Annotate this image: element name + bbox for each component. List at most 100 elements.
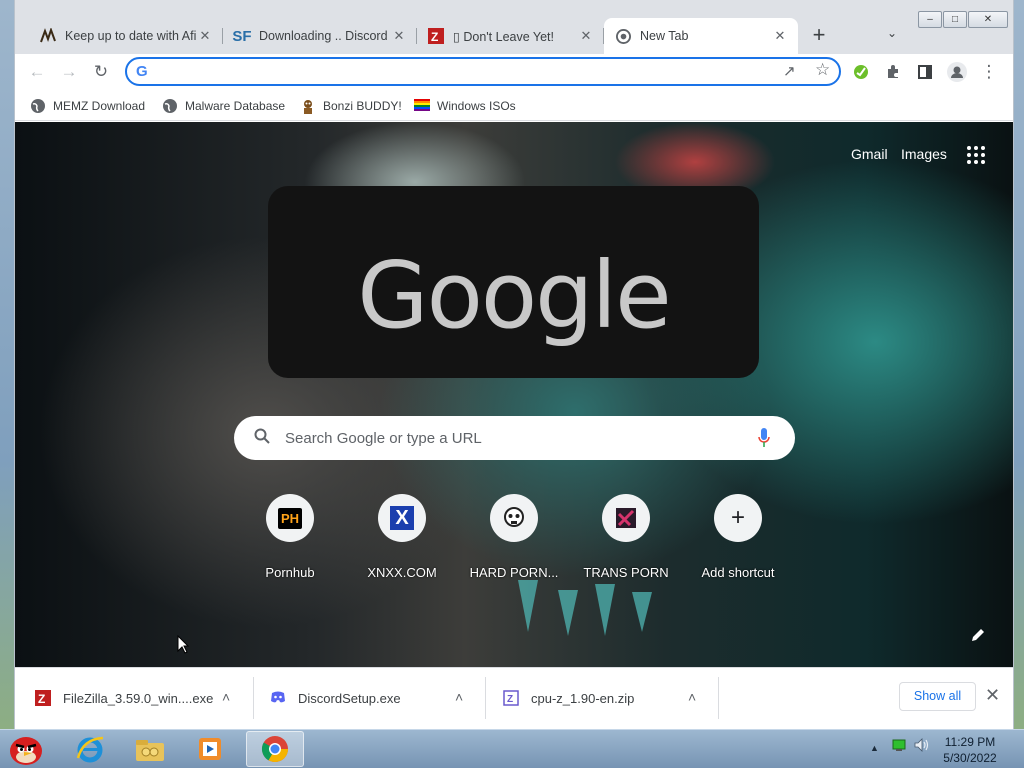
extensions-puzzle-icon[interactable] [881, 60, 905, 84]
chevron-up-icon[interactable]: ˄ [688, 689, 696, 705]
globe-icon [30, 98, 46, 114]
menu-kebab-icon[interactable]: ⋮ [977, 60, 1001, 84]
customize-pencil-icon[interactable] [971, 628, 985, 645]
close-shelf-icon[interactable]: ✕ [985, 685, 1000, 706]
google-g-icon: G [136, 63, 148, 80]
close-icon[interactable]: ✕ [772, 28, 788, 44]
bookmark-label: Windows ISOs [437, 99, 516, 113]
side-panel-icon[interactable] [913, 60, 937, 84]
skull-icon [490, 494, 538, 542]
divider [485, 677, 486, 719]
filezilla-icon: Z [35, 690, 51, 706]
rainbow-flag-icon [414, 98, 430, 114]
shortcut-label: XNXX.COM [367, 565, 437, 580]
clock-date: 5/30/2022 [943, 751, 997, 765]
pornhub-icon: PH [266, 494, 314, 542]
gmail-link[interactable]: Gmail [851, 146, 888, 162]
bookmark-star-icon[interactable]: ☆ [815, 60, 830, 80]
shortcut-pornhub[interactable]: PH Pornhub [234, 494, 346, 580]
download-item-discord[interactable]: DiscordSetup.exe ˄ [270, 668, 480, 728]
google-logo: Google [357, 242, 671, 349]
internet-explorer-icon[interactable] [64, 731, 116, 767]
background-image [518, 580, 538, 632]
profile-avatar-icon[interactable] [945, 60, 969, 84]
chevron-up-icon[interactable]: ˄ [222, 689, 230, 705]
bookmark-label: MEMZ Download [53, 99, 146, 113]
plus-icon: + [714, 494, 762, 542]
new-tab-button[interactable]: + [807, 24, 831, 48]
background-image [632, 592, 652, 632]
globe-icon [162, 98, 178, 114]
bonzi-icon [300, 98, 316, 114]
shortcut-label: TRANS PORN [583, 565, 669, 580]
extension-icon[interactable] [849, 60, 873, 84]
site-favicon-icon [602, 494, 650, 542]
add-shortcut-button[interactable]: + Add shortcut [682, 494, 794, 580]
microphone-icon[interactable] [758, 428, 770, 448]
bookmark-windows-isos[interactable]: Windows ISOs [414, 95, 516, 117]
forward-button[interactable]: → [57, 60, 81, 84]
download-item-filezilla[interactable]: Z FileZilla_3.59.0_win....exe ˄ [35, 668, 245, 728]
clock-time: 11:29 PM [944, 735, 996, 749]
volume-icon[interactable] [914, 738, 930, 755]
system-clock[interactable]: 11:29 PM 5/30/2022 [930, 734, 1010, 766]
chrome-window: Keep up to date with Afi ✕ SF Downloadin… [14, 0, 1014, 729]
search-input[interactable] [285, 428, 735, 448]
back-button[interactable]: ← [25, 60, 49, 84]
minimize-button[interactable]: – [918, 11, 942, 28]
search-box[interactable] [234, 416, 795, 460]
tab-dont-leave[interactable]: Z ▯ Don't Leave Yet! ✕ [417, 18, 604, 54]
xnxx-icon: X [378, 494, 426, 542]
bookmarks-bar: MEMZ Download Malware Database Bonzi BUD… [15, 90, 1013, 121]
background-image [595, 584, 615, 636]
mouse-cursor-icon [177, 634, 190, 657]
close-icon[interactable]: ✕ [578, 28, 594, 44]
svg-text:Z: Z [38, 692, 45, 706]
bookmark-label: Malware Database [185, 99, 286, 113]
download-filename: cpu-z_1.90-en.zip [531, 690, 635, 706]
filezilla-icon: Z [427, 28, 445, 44]
close-icon[interactable]: ✕ [197, 28, 213, 44]
download-filename: DiscordSetup.exe [298, 690, 401, 706]
tab-discord-download[interactable]: SF Downloading .. Discord ✕ [223, 18, 417, 54]
shortcut-label: HARD PORN... [469, 565, 559, 580]
share-icon[interactable]: ↗ [783, 62, 796, 80]
sourceforge-icon: SF [232, 27, 252, 45]
address-input[interactable] [157, 62, 757, 82]
network-icon[interactable] [892, 738, 906, 755]
shortcut-hard[interactable]: HARD PORN... [458, 494, 570, 580]
close-window-button[interactable]: ✕ [968, 11, 1008, 28]
address-bar[interactable]: G ↗ ☆ [125, 57, 841, 86]
tab-new-tab[interactable]: New Tab ✕ [604, 18, 798, 54]
chrome-icon[interactable] [246, 731, 304, 767]
media-player-icon[interactable] [184, 731, 236, 767]
angry-birds-icon[interactable] [0, 731, 52, 767]
images-link[interactable]: Images [901, 146, 947, 162]
close-icon[interactable]: ✕ [391, 28, 407, 44]
show-all-button[interactable]: Show all [899, 682, 976, 711]
shortcut-label: Pornhub [265, 565, 315, 580]
chevron-up-icon[interactable]: ˄ [455, 689, 463, 705]
tab-afi[interactable]: Keep up to date with Afi ✕ [29, 18, 223, 54]
tab-search-icon[interactable]: ⌄ [887, 26, 897, 40]
discord-icon [270, 690, 286, 706]
google-apps-icon[interactable] [967, 146, 985, 164]
shortcut-trans[interactable]: TRANS PORN [570, 494, 682, 580]
shortcut-xnxx[interactable]: X XNXX.COM [346, 494, 458, 580]
reload-button[interactable]: ↻ [89, 60, 113, 84]
svg-text:Z: Z [507, 694, 513, 705]
libraries-folder-icon[interactable] [124, 731, 176, 767]
bookmark-malware-database[interactable]: Malware Database [162, 95, 285, 117]
scribble-icon [39, 28, 57, 44]
bookmark-label: Bonzi BUDDY! [323, 99, 402, 113]
bookmark-bonzi-buddy[interactable]: Bonzi BUDDY! [300, 95, 402, 117]
tab-title: ▯ Don't Leave Yet! [453, 29, 555, 44]
taskbar: ▲ 11:29 PM 5/30/2022 [0, 729, 1024, 768]
download-item-cpuz[interactable]: Z cpu-z_1.90-en.zip ˄ [503, 668, 713, 728]
bookmark-memz[interactable]: MEMZ Download [30, 95, 145, 117]
zip-icon: Z [503, 690, 519, 706]
new-tab-page: Gmail Images Google PH Pornhub X XNXX. [15, 122, 1013, 667]
maximize-button[interactable]: □ [943, 11, 967, 28]
tray-arrow-icon[interactable]: ▲ [870, 743, 879, 753]
divider [253, 677, 254, 719]
